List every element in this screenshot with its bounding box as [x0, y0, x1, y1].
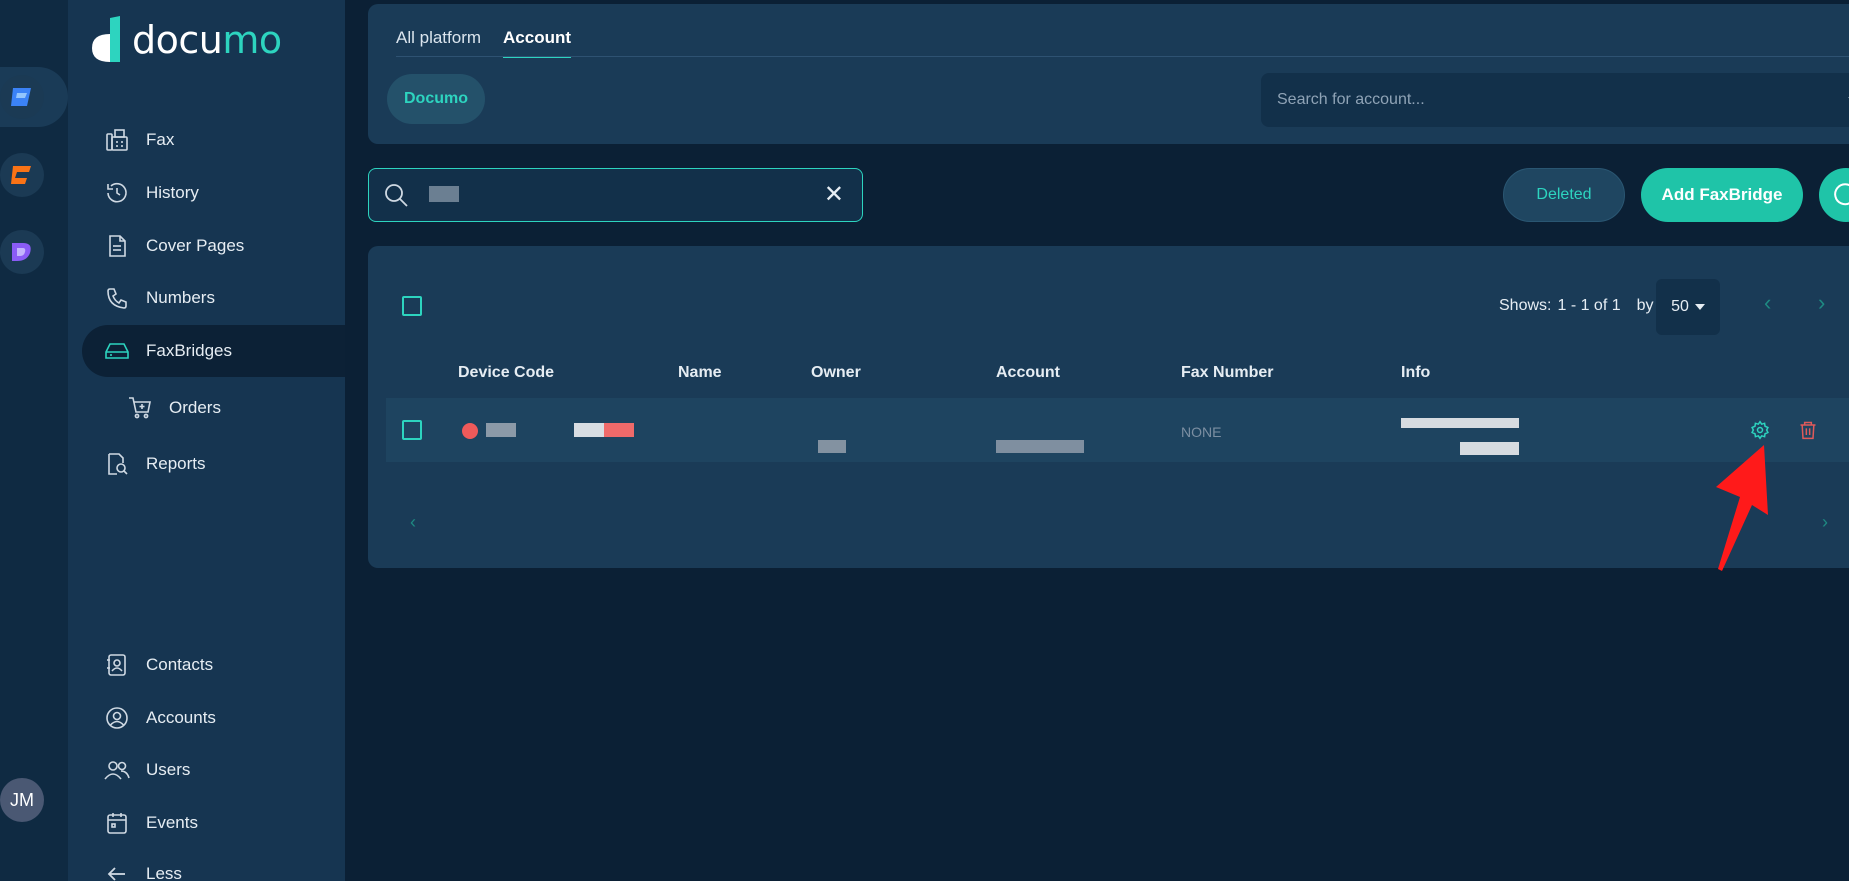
column-owner[interactable]: Owner [811, 364, 861, 382]
name-redacted [574, 423, 604, 437]
refresh-button[interactable] [1819, 168, 1849, 222]
close-icon[interactable]: ✕ [824, 183, 844, 207]
info-redacted-line-1 [1401, 418, 1519, 428]
brand-logo[interactable]: documo [88, 16, 282, 64]
cover-pages-icon [104, 233, 130, 259]
calendar-icon [104, 810, 130, 836]
sidebar-item-label: FaxBridges [146, 341, 232, 360]
search-icon [383, 182, 409, 213]
sidebar-item-label: Numbers [146, 288, 215, 307]
purple-app-icon [0, 230, 44, 274]
per-page-select[interactable]: 50 [1656, 279, 1720, 335]
fax-icon [104, 127, 130, 153]
sidebar-item-events[interactable]: Events [82, 797, 345, 849]
faxbridge-icon [104, 338, 130, 364]
column-info[interactable]: Info [1401, 364, 1430, 382]
sidebar-item-label: Contacts [146, 655, 214, 674]
sidebar-item-label: History [146, 183, 199, 202]
users-icon [104, 757, 130, 783]
column-account[interactable]: Account [996, 364, 1060, 382]
cart-icon [127, 395, 153, 421]
row-checkbox[interactable] [402, 420, 422, 440]
refresh-icon [1834, 183, 1849, 206]
sidebar-item-accounts[interactable]: Accounts [82, 692, 345, 744]
search-value-redacted [429, 186, 459, 202]
delete-trash-icon[interactable] [1798, 420, 1818, 445]
phone-icon [104, 285, 130, 311]
sidebar-item-label: Users [146, 760, 191, 779]
prev-page-icon[interactable]: ‹ [1764, 290, 1771, 316]
annotation-arrow-icon [1716, 445, 1768, 571]
tab-account[interactable]: Account [503, 28, 572, 58]
status-dot [462, 423, 478, 439]
fax-number-value: NONE [1181, 424, 1222, 440]
bottom-next-page-icon[interactable]: › [1822, 512, 1828, 533]
tab-all-platform[interactable]: All platform [396, 28, 481, 58]
table-row[interactable]: NONE [386, 398, 1849, 462]
documo-logo-icon [92, 16, 120, 62]
documo-app-icon [0, 75, 44, 119]
sidebar-item-reports[interactable]: Reports [82, 438, 345, 490]
next-page-icon[interactable]: › [1818, 290, 1825, 316]
sidebar: documo Fax History Cover Pages Numbers F… [68, 0, 345, 881]
history-icon [104, 180, 130, 206]
account-search-placeholder: Search for account... [1277, 91, 1425, 108]
select-all-checkbox[interactable] [402, 296, 422, 316]
contacts-icon [104, 652, 130, 678]
settings-gear-icon[interactable] [1750, 420, 1770, 445]
pagination-summary: Shows: 1 - 1 of 1 by [1499, 297, 1654, 314]
column-device-code[interactable]: Device Code [458, 364, 554, 382]
owner-redacted [818, 440, 846, 453]
add-faxbridge-button[interactable]: Add FaxBridge [1641, 168, 1803, 222]
rail-app-orange[interactable] [0, 145, 68, 205]
sidebar-item-label: Reports [146, 454, 206, 473]
sidebar-item-users[interactable]: Users [82, 744, 345, 796]
arrow-left-icon [104, 861, 130, 881]
sidebar-item-label: Fax [146, 130, 175, 149]
bottom-prev-page-icon[interactable]: ‹ [410, 512, 416, 533]
chevron-down-icon [1694, 304, 1705, 310]
name-redacted-badge [604, 423, 634, 437]
sidebar-item-label: Orders [169, 398, 221, 417]
user-avatar[interactable]: JM [0, 778, 44, 822]
sidebar-item-orders[interactable]: Orders [82, 382, 345, 434]
sidebar-item-history[interactable]: History [82, 167, 345, 219]
rail-app-purple[interactable] [0, 222, 68, 282]
scope-tabs: All platform Account [396, 28, 572, 58]
reports-icon [104, 451, 130, 477]
info-redacted-line-2 [1460, 442, 1519, 455]
sidebar-item-label: Less [146, 864, 182, 881]
sidebar-item-less[interactable]: Less [82, 848, 345, 881]
account-scope-panel: All platform Account Documo Search for a… [368, 4, 1849, 144]
app-rail: JM [0, 0, 68, 881]
sidebar-item-label: Cover Pages [146, 236, 245, 255]
sidebar-item-numbers[interactable]: Numbers [82, 272, 345, 324]
sidebar-item-fax[interactable]: Fax [82, 114, 345, 166]
account-search-select[interactable]: Search for account... [1261, 73, 1849, 127]
account-redacted [996, 440, 1084, 453]
sidebar-item-faxbridges[interactable]: FaxBridges [82, 325, 345, 377]
deleted-button[interactable]: Deleted [1503, 168, 1625, 222]
sidebar-item-contacts[interactable]: Contacts [82, 639, 345, 691]
tab-divider [396, 56, 1849, 57]
account-chip[interactable]: Documo [387, 74, 485, 124]
brand-name: documo [132, 18, 282, 62]
column-name[interactable]: Name [678, 364, 722, 382]
orange-app-icon [0, 153, 44, 197]
faxbridge-search-input[interactable]: ✕ [368, 168, 863, 222]
sidebar-item-cover-pages[interactable]: Cover Pages [82, 220, 345, 272]
sidebar-item-label: Accounts [146, 708, 216, 727]
device-code-redacted [486, 423, 516, 437]
sidebar-item-label: Events [146, 813, 198, 832]
rail-app-documo[interactable] [0, 67, 68, 127]
column-fax-number[interactable]: Fax Number [1181, 364, 1273, 382]
faxbridges-table-panel: Shows: 1 - 1 of 1 by 50 ‹ › Device Code … [368, 246, 1849, 568]
accounts-icon [104, 705, 130, 731]
